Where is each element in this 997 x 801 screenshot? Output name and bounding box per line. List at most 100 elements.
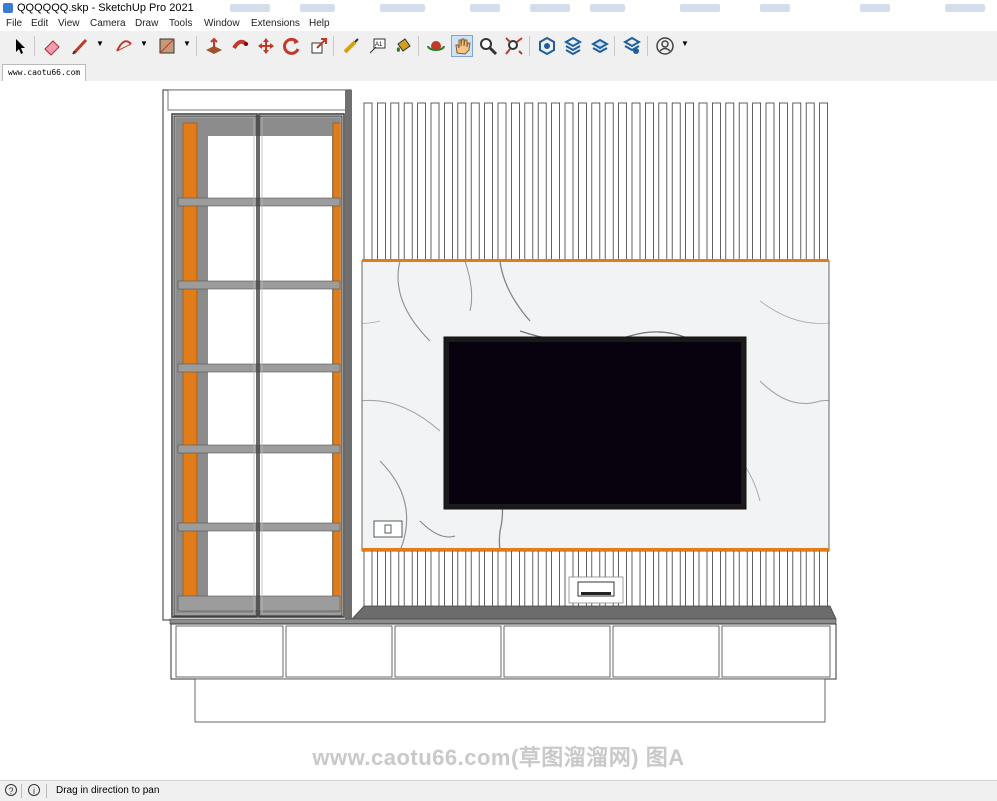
wall-slat [417,550,427,608]
wall-slat [430,102,440,264]
wall-slat [698,102,708,264]
wall-slat [712,102,721,264]
wall-slat [510,550,520,608]
wall-slat [470,102,480,264]
wall-slat [578,102,587,264]
title-bar: QQQQQQ.skp - SketchUp Pro 2021 [0,0,997,18]
menu-tools[interactable]: Tools [169,18,192,29]
wall-slat [457,550,467,608]
drawer [394,625,502,678]
menu-camera[interactable]: Camera [90,18,126,29]
wall-slat [779,102,788,264]
wall-slat [376,550,386,608]
push-pull-tool-icon[interactable] [203,35,225,57]
orbit-tool-icon[interactable] [425,35,447,57]
menu-edit[interactable]: Edit [31,18,48,29]
wall-slat [497,550,507,608]
zoom-tool-icon[interactable] [477,35,499,57]
wall-slat [376,102,386,264]
tape-measure-tool-icon[interactable] [340,35,362,57]
wall-slat [738,102,748,264]
menu-bar: File Edit View Camera Draw Tools Window … [0,17,997,31]
slat-wall-upper [363,102,828,264]
wall-slat [685,102,694,264]
eraser-tool-icon[interactable] [41,35,63,57]
zoom-extents-tool-icon[interactable] [503,35,525,57]
arc-tool-dropdown-icon[interactable]: ▼ [140,39,148,53]
blurred-taskbar-item [760,4,790,12]
wall-slat [725,102,735,264]
toolbar-separator [614,36,615,56]
menu-extensions[interactable]: Extensions [251,18,300,29]
line-tool-dropdown-icon[interactable]: ▼ [96,39,104,53]
menu-window[interactable]: Window [204,18,240,29]
wall-slat [524,102,534,264]
status-text: Drag in direction to pan [56,785,160,796]
blurred-taskbar-item [680,4,720,12]
info-icon[interactable]: i [28,784,40,796]
wall-slat [591,102,601,264]
toolbar-separator [418,36,419,56]
text-tool-icon[interactable]: A1 [366,35,388,57]
wall-slat [484,550,494,608]
select-tool-icon[interactable] [9,35,31,57]
extension-manager-icon[interactable] [621,35,643,57]
rectangle-tool-icon[interactable] [156,35,178,57]
layout-icon[interactable] [589,35,611,57]
menu-draw[interactable]: Draw [135,18,158,29]
wall-slat [752,550,761,608]
move-tool-icon[interactable] [255,35,277,57]
arc-tool-icon[interactable] [113,35,135,57]
drawer [612,625,720,678]
geo-location-icon[interactable]: ? [5,784,17,796]
cabinet-top-panel [167,89,347,111]
paint-bucket-tool-icon[interactable] [392,35,414,57]
3d-warehouse-icon[interactable] [536,35,558,57]
scale-tool-icon[interactable] [308,35,330,57]
drawing-viewport[interactable] [0,81,997,778]
status-divider [21,784,22,798]
wall-slat [564,102,574,264]
drawer [721,625,831,678]
blurred-taskbar-item [590,4,625,12]
wall-slat [645,550,654,608]
menu-help[interactable]: Help [309,18,330,29]
wall-slat [510,102,520,264]
scene-tab[interactable]: www.caotu66.com [2,64,87,81]
toolbar-separator [34,36,35,56]
wall-slat [390,550,400,608]
base-drawers [170,623,837,680]
wall-slat [417,102,427,264]
line-tool-icon[interactable] [69,35,91,57]
wall-slat [618,102,627,264]
wood-trim-top [362,259,829,262]
wall-slat [551,102,560,264]
menu-file[interactable]: File [6,18,22,29]
follow-me-tool-icon[interactable] [229,35,251,57]
model-view [162,89,837,723]
wall-slat [792,550,802,608]
blurred-taskbar-item [860,4,890,12]
rectangle-tool-dropdown-icon[interactable]: ▼ [183,39,191,53]
wall-slat [752,102,761,264]
toolbar-separator [196,36,197,56]
wall-slat [671,102,681,264]
wall-slat [363,102,373,264]
wall-slat [792,102,802,264]
wall-slat [765,102,775,264]
wall-slat [484,102,494,264]
account-dropdown-icon[interactable]: ▼ [681,39,689,53]
status-divider [46,784,47,798]
drawer [285,625,393,678]
wall-slat [805,102,815,264]
wall-slat [470,550,480,608]
blurred-taskbar-item [530,4,570,12]
account-icon[interactable] [654,35,676,57]
rotate-tool-icon[interactable] [281,35,303,57]
pan-tool-icon[interactable] [451,35,473,57]
extension-warehouse-icon[interactable] [562,35,584,57]
blurred-taskbar-item [470,4,500,12]
wall-slat [551,550,560,608]
menu-view[interactable]: View [58,18,80,29]
wall-slat [363,550,373,608]
